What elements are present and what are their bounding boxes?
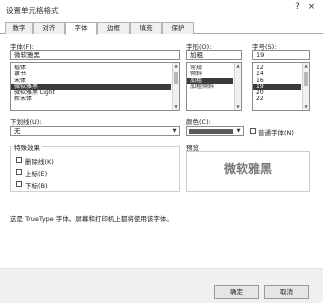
tab-alignment[interactable]: 对齐: [33, 22, 65, 34]
cancel-button[interactable]: 取消: [264, 285, 309, 299]
subscript-checkbox[interactable]: [16, 181, 22, 187]
superscript-label: 上标(E): [25, 170, 48, 178]
scroll-thumb[interactable]: [174, 72, 178, 84]
underline-label: 下划线(U):: [10, 118, 42, 126]
strikethrough-checkbox[interactable]: [16, 157, 22, 163]
font-list-item[interactable]: 新宋体: [11, 96, 171, 102]
scroll-down-icon[interactable]: ▼: [235, 104, 241, 110]
color-swatch: [189, 129, 233, 134]
scroll-down-icon[interactable]: ▼: [173, 104, 179, 110]
underline-dropdown[interactable]: 无 ▼: [10, 126, 180, 136]
color-dropdown[interactable]: ▼: [186, 126, 244, 136]
style-input[interactable]: 加粗: [186, 50, 242, 60]
size-list[interactable]: 12 14 16 19 20 22 ▲ ▼: [252, 62, 310, 111]
chevron-down-icon[interactable]: ▼: [171, 127, 178, 135]
tab-number[interactable]: 数字: [5, 22, 33, 34]
style-list-item[interactable]: 加粗倾斜: [187, 84, 233, 90]
chevron-down-icon[interactable]: ▼: [235, 127, 242, 135]
scroll-up-icon[interactable]: ▲: [303, 63, 309, 69]
font-input[interactable]: 微软雅黑: [10, 50, 180, 60]
tab-border[interactable]: 边框: [97, 22, 130, 34]
scroll-down-icon[interactable]: ▼: [303, 104, 309, 110]
tab-fill[interactable]: 填充: [130, 22, 162, 34]
normal-font-checkbox[interactable]: [250, 128, 256, 134]
style-list[interactable]: 常规 倾斜 加粗 加粗倾斜 ▲ ▼: [186, 62, 242, 111]
info-text: 这是 TrueType 字体。屏幕和打印机上都将使用该字体。: [10, 215, 173, 223]
size-list-item[interactable]: 22: [253, 96, 301, 102]
strikethrough-label: 删除线(K): [25, 158, 54, 166]
help-icon[interactable]: ?: [292, 2, 303, 13]
size-input[interactable]: 19: [252, 50, 310, 60]
scroll-thumb[interactable]: [304, 72, 308, 86]
effects-label: 特殊效果: [12, 142, 42, 152]
tab-protection[interactable]: 保护: [162, 22, 194, 34]
underline-value: 无: [14, 127, 21, 135]
style-scrollbar[interactable]: ▲ ▼: [234, 63, 241, 110]
scroll-up-icon[interactable]: ▲: [173, 63, 179, 69]
scroll-up-icon[interactable]: ▲: [235, 63, 241, 69]
close-icon[interactable]: ×: [306, 2, 317, 13]
color-label: 颜色(C):: [186, 118, 211, 126]
font-scrollbar[interactable]: ▲ ▼: [172, 63, 179, 110]
normal-font-label: 普通字体(N): [258, 129, 294, 137]
preview-sample-text: 微软雅黑: [223, 162, 272, 176]
ok-button[interactable]: 确定: [214, 285, 259, 299]
superscript-checkbox[interactable]: [16, 169, 22, 175]
window-title: 设置单元格格式: [6, 6, 59, 15]
size-scrollbar[interactable]: ▲ ▼: [302, 63, 309, 110]
subscript-label: 下标(B): [25, 182, 48, 190]
font-list[interactable]: 楷体 隶书 宋体 微软雅黑 微软雅黑 Light 新宋体 ▲ ▼: [10, 62, 180, 111]
preview-box: 微软雅黑: [186, 151, 310, 192]
tab-font[interactable]: 字体: [65, 22, 97, 35]
